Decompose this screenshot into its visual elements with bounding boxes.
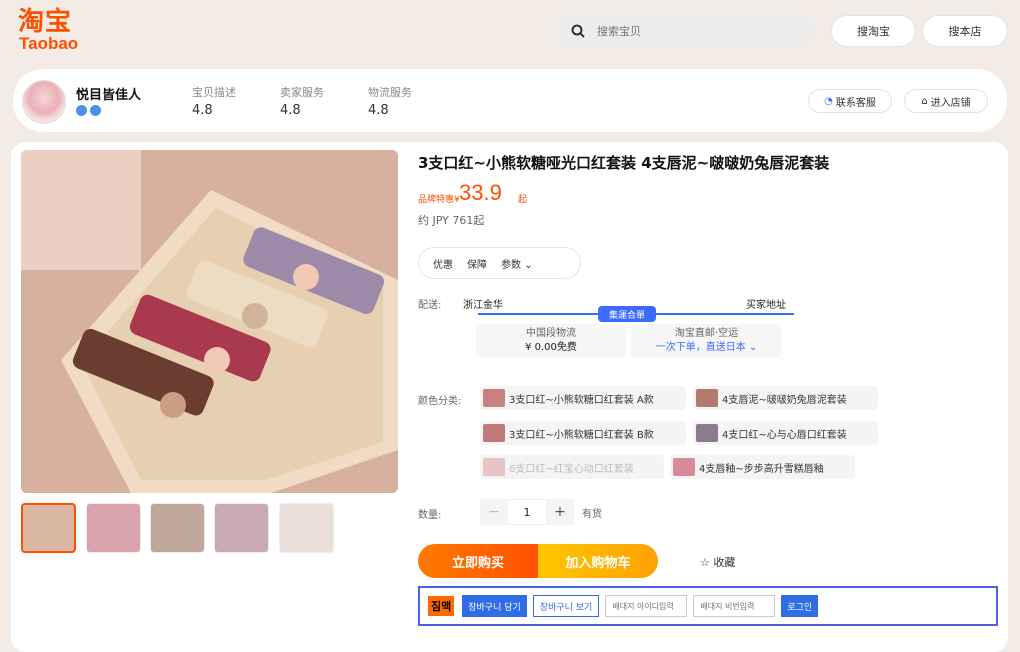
option-thumbnail: [696, 389, 718, 407]
option-label: 4支唇釉~步步高升雪糕唇釉: [699, 463, 824, 475]
option-label: 4支口红~心与心唇口红套装: [722, 429, 847, 441]
logo-cn-text: 淘宝: [18, 7, 73, 37]
color-label: 颜色分类:: [418, 396, 462, 407]
shop-badge-icon: [76, 105, 87, 116]
star-icon: ☆: [700, 556, 710, 569]
rating-label: 物流服务: [368, 86, 412, 99]
shop-badges: [76, 105, 101, 116]
contact-service-button[interactable]: ◔ 联系客服: [808, 89, 892, 113]
consolidation-tag: 集運合單: [598, 306, 656, 322]
chevron-down-icon: ⌄: [524, 259, 533, 271]
option-d[interactable]: 4支口红~心与心唇口红套装: [693, 421, 878, 445]
option-label: 6支口红~红宝心动口红套装: [509, 463, 634, 475]
option-a[interactable]: 3支口红~小熊软糖口红套装 A款: [480, 386, 686, 410]
purchase-buttons: 立即购买 加入购物车: [418, 544, 658, 578]
rating-logistics: 物流服务 4.8: [368, 84, 412, 118]
taobao-logo[interactable]: 淘宝 Taobao: [18, 8, 98, 54]
store-icon: ⌂: [921, 95, 928, 107]
add-to-cart-button[interactable]: 加入购物车: [538, 544, 658, 578]
tab-guarantee[interactable]: 保障: [467, 256, 487, 271]
password-input[interactable]: [693, 595, 776, 617]
favorite-button[interactable]: ☆ 收藏: [700, 554, 735, 570]
thumbnail-1[interactable]: [21, 503, 76, 553]
option-thumbnail: [673, 458, 695, 476]
thumbnail-4[interactable]: [214, 503, 269, 553]
option-b[interactable]: 4支唇泥~啵啵奶兔唇泥套装: [693, 386, 878, 410]
china-logistics-box: 中国段物流 ¥ 0.00免费: [476, 324, 626, 358]
china-logistics-fee: ¥ 0.00免费: [525, 342, 577, 353]
option-c[interactable]: 3支口红~小熊软糖口红套装 B款: [480, 421, 686, 445]
rating-service: 卖家服务 4.8: [280, 84, 324, 118]
product-main-image[interactable]: [21, 150, 398, 493]
direct-shipping-link: 一次下单，直送日本 ⌄: [656, 341, 758, 355]
option-thumbnail: [483, 424, 505, 442]
shop-name[interactable]: 悦目皆佳人: [76, 84, 141, 103]
price-label: 品牌特惠¥: [418, 195, 460, 205]
rating-value: 4.8: [280, 103, 301, 118]
lipstick-box-illustration: [21, 150, 398, 493]
tab-params[interactable]: 参数 ⌄: [501, 256, 533, 271]
rating-label: 卖家服务: [280, 86, 324, 99]
contact-service-label: 联系客服: [835, 97, 876, 109]
tab-discount[interactable]: 优惠: [433, 256, 453, 271]
thumbnail-2[interactable]: [86, 503, 141, 553]
option-label: 3支口红~小熊软糖口红套装 B款: [509, 429, 654, 441]
buy-now-button[interactable]: 立即购买: [418, 544, 538, 578]
search-input[interactable]: [595, 23, 779, 39]
direct-shipping-title: 淘宝直邮·空运: [674, 328, 739, 339]
tab-params-label: 参数: [501, 259, 521, 271]
product-title: 3支口红~小熊软糖哑光口红套装 4支唇泥~啵啵奶兔唇泥套装: [418, 154, 830, 172]
direct-shipping-box[interactable]: 淘宝直邮·空运 一次下单，直送日本 ⌄: [631, 324, 782, 358]
option-thumbnail: [483, 389, 505, 407]
search-icon: [571, 24, 585, 38]
delivery-label: 配送:: [418, 300, 442, 311]
price-unit: 起: [518, 195, 528, 205]
enter-store-button[interactable]: ⌂ 进入店铺: [904, 89, 988, 113]
china-logistics-title: 中国段物流: [526, 328, 576, 339]
search-taobao-button[interactable]: 搜淘宝: [831, 15, 916, 47]
thumbnail-5[interactable]: [279, 503, 334, 553]
rating-label: 宝贝描述: [192, 86, 236, 99]
info-tabs: 优惠 保障 参数 ⌄: [418, 247, 581, 279]
decrement-button[interactable]: −: [480, 499, 508, 525]
rating-value: 4.8: [368, 103, 389, 118]
headset-icon: ◔: [824, 95, 833, 107]
logo-en-text: Taobao: [19, 34, 79, 53]
option-label: 4支唇泥~啵啵奶兔唇泥套装: [722, 394, 847, 406]
search-box[interactable]: [557, 15, 815, 47]
rating-description: 宝贝描述 4.8: [192, 84, 236, 118]
id-input[interactable]: [605, 595, 688, 617]
product-price: 33.9: [459, 180, 502, 205]
option-label: 3支口红~小熊软糖口红套装 A款: [509, 394, 654, 406]
stock-status: 有货: [582, 508, 602, 520]
quantity-label: 数量:: [418, 510, 442, 521]
login-button[interactable]: 로그인: [781, 595, 819, 617]
direct-shipping-link-label: 一次下单，直送日本: [655, 342, 746, 353]
quantity-stepper: − 1 + 有货: [480, 499, 602, 525]
chevron-down-icon: ⌄: [745, 342, 758, 353]
option-thumbnail: [696, 424, 718, 442]
delivery-to[interactable]: 买家地址: [746, 296, 786, 311]
option-e-disabled: 6支口红~红宝心动口红套装: [480, 455, 664, 479]
add-to-cart-ext-button[interactable]: 장바구니 담기: [462, 595, 527, 617]
extension-bar: 짐맥 장바구니 담기 장바구니 보기 로그인: [418, 586, 998, 626]
view-cart-ext-button[interactable]: 장바구니 보기: [532, 595, 600, 617]
increment-button[interactable]: +: [546, 499, 574, 525]
quantity-value[interactable]: 1: [508, 499, 546, 525]
shop-avatar[interactable]: [22, 80, 66, 124]
rating-value: 4.8: [192, 103, 213, 118]
extension-logo: 짐맥: [428, 596, 455, 616]
option-f[interactable]: 4支唇釉~步步高升雪糕唇釉: [670, 455, 855, 479]
thumbnail-3[interactable]: [150, 503, 205, 553]
delivery-from: 浙江金华: [463, 300, 503, 311]
shop-badge-icon: [90, 105, 101, 116]
enter-store-label: 进入店铺: [930, 97, 971, 109]
favorite-label: 收藏: [713, 556, 736, 569]
option-thumbnail: [483, 458, 505, 476]
search-store-button[interactable]: 搜本店: [922, 15, 1008, 47]
jpy-price: 约 JPY 761起: [418, 214, 485, 227]
